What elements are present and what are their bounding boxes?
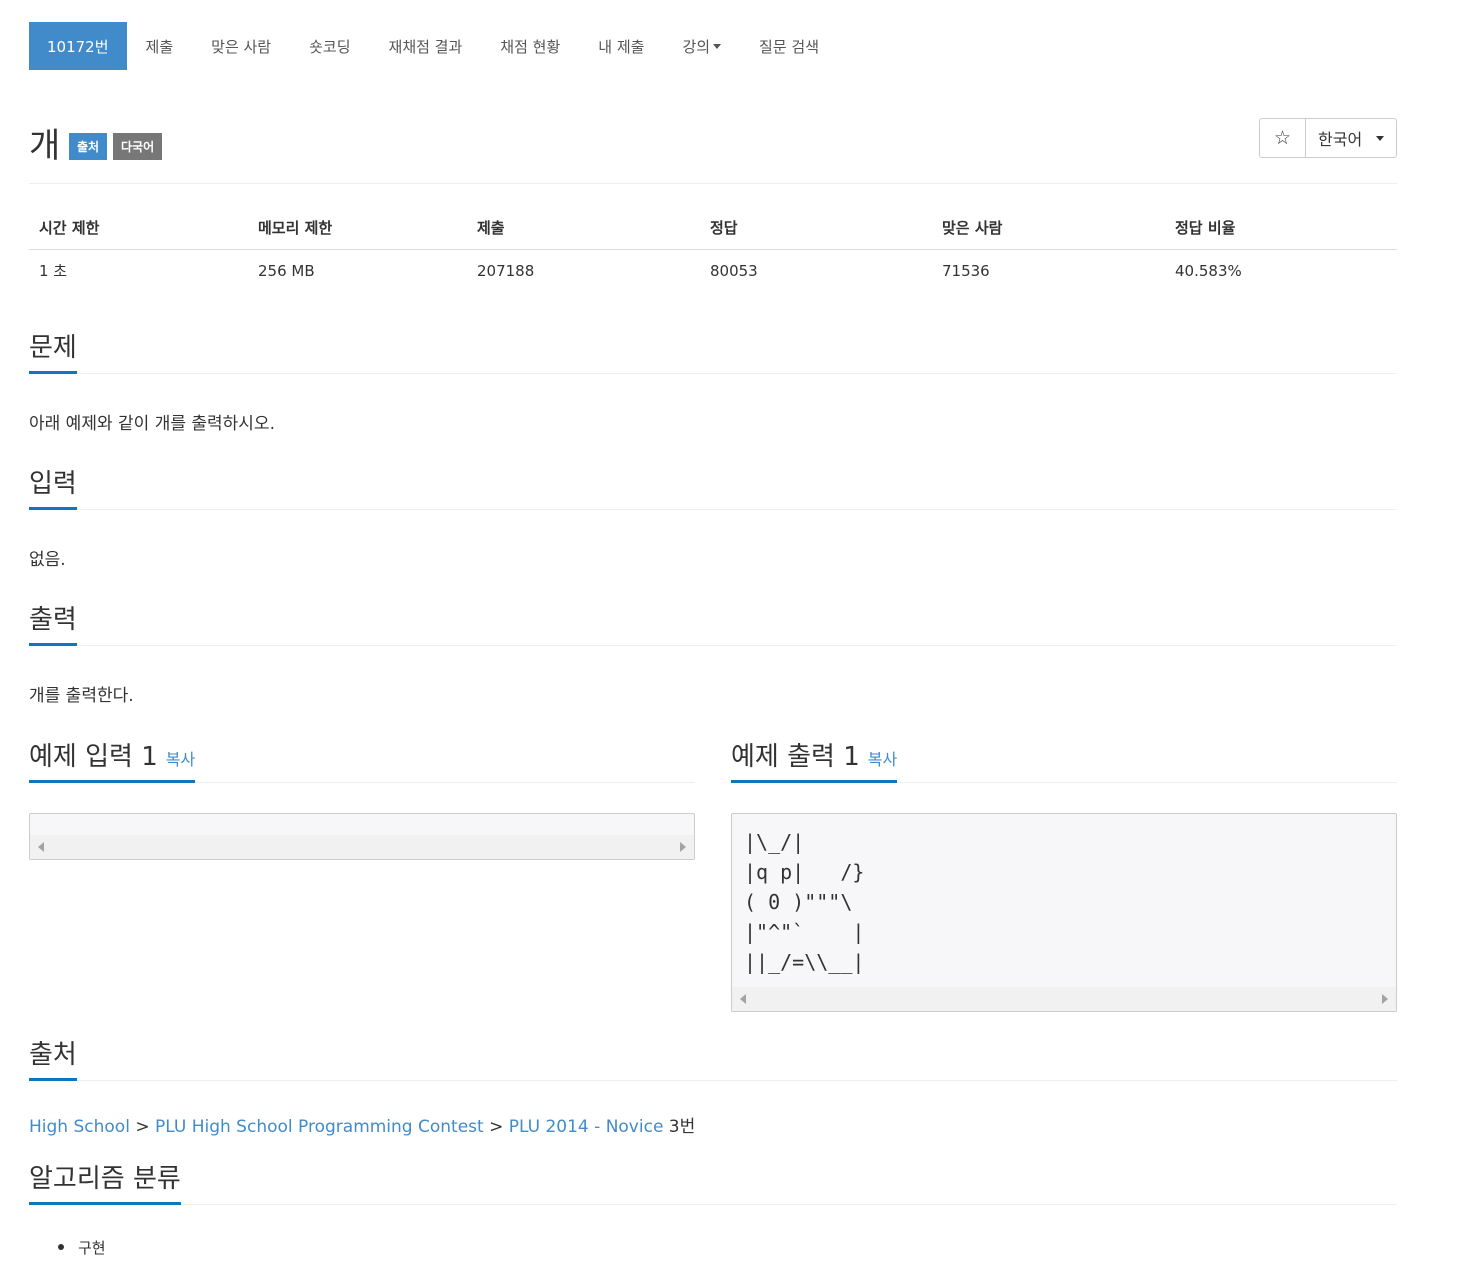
language-label: 한국어 xyxy=(1318,130,1363,149)
horizontal-scrollbar[interactable] xyxy=(30,835,694,859)
sample-input-content xyxy=(30,814,694,835)
memory-limit-value: 256 MB xyxy=(258,261,315,280)
scroll-right-icon[interactable] xyxy=(680,842,686,852)
submissions-value: 207188 xyxy=(477,261,535,280)
problem-actions: ☆ 한국어 xyxy=(1259,118,1397,158)
problem-menu: 10172번 제출 맞은 사람 숏코딩 재채점 결과 채점 현황 내 제출 강의… xyxy=(29,22,838,70)
problem-section-title: 문제 xyxy=(29,327,77,374)
scroll-right-icon[interactable] xyxy=(1382,994,1388,1004)
sample-input-title: 예제 입력 1 복사 xyxy=(29,736,196,783)
accepted-value: 80053 xyxy=(710,261,758,280)
header-memory-limit: 메모리 제한 xyxy=(248,206,467,250)
breadcrumb-separator: > xyxy=(129,1117,155,1137)
nav-submit[interactable]: 제출 xyxy=(127,22,193,70)
input-section-title: 입력 xyxy=(29,463,77,510)
nav-judge-status[interactable]: 채점 현황 xyxy=(481,22,579,70)
caret-down-icon xyxy=(713,43,722,49)
source-breadcrumb: High School > PLU High School Programmin… xyxy=(29,1112,695,1137)
nav-short-coding[interactable]: 숏코딩 xyxy=(290,22,369,70)
sample-input-headline: 예제 입력 1 복사 xyxy=(29,733,695,783)
list-item[interactable]: 구현 xyxy=(58,1237,106,1258)
source-link-year[interactable]: PLU 2014 - Novice xyxy=(509,1117,664,1137)
source-link-contest[interactable]: PLU High School Programming Contest xyxy=(155,1117,484,1137)
star-icon: ☆ xyxy=(1273,127,1292,149)
table-row: 1 초 256 MB 207188 80053 71536 40.583% xyxy=(29,249,1397,292)
header-time-limit: 시간 제한 xyxy=(29,206,248,250)
copy-sample-output-button[interactable]: 복사 xyxy=(868,750,897,769)
breadcrumb-separator: > xyxy=(483,1117,509,1137)
horizontal-scrollbar[interactable] xyxy=(732,987,1396,1011)
header-accepted: 정답 xyxy=(700,206,932,250)
accuracy-value: 40.583% xyxy=(1175,261,1242,280)
sample-output-title: 예제 출력 1 복사 xyxy=(731,736,898,783)
caret-down-icon xyxy=(1376,135,1385,141)
problem-index: 3번 xyxy=(663,1117,696,1137)
input-description: 없음. xyxy=(29,550,66,570)
algorithm-tag-list: 구현 xyxy=(58,1237,106,1258)
problem-description: 아래 예제와 같이 개를 출력하시오. xyxy=(29,414,275,434)
problem-info-table: 시간 제한 메모리 제한 제출 정답 맞은 사람 정답 비율 1 초 256 M… xyxy=(29,206,1397,292)
header-solved-users: 맞은 사람 xyxy=(932,206,1165,250)
copy-sample-input-button[interactable]: 복사 xyxy=(166,750,195,769)
scroll-left-icon[interactable] xyxy=(740,994,746,1004)
nav-problem-number[interactable]: 10172번 xyxy=(29,22,127,70)
problem-header: 개 출처 다국어 ☆ 한국어 xyxy=(29,112,1397,184)
sample-input-box xyxy=(29,813,695,860)
language-dropdown[interactable]: 한국어 xyxy=(1306,119,1396,157)
time-limit-value: 1 초 xyxy=(39,262,68,281)
sample-output-content: |\_/| |q p| /} ( 0 )"""\ |"^"` | ||_/=\\… xyxy=(744,830,865,974)
source-section-title: 출처 xyxy=(29,1034,77,1081)
sample-output-headline: 예제 출력 1 복사 xyxy=(731,733,1397,783)
solved-users-value: 71536 xyxy=(942,261,990,280)
header-accuracy: 정답 비율 xyxy=(1165,206,1397,250)
nav-question-search[interactable]: 질문 검색 xyxy=(740,22,838,70)
nav-solved-users[interactable]: 맞은 사람 xyxy=(192,22,290,70)
sample-output-box: |\_/| |q p| /} ( 0 )"""\ |"^"` | ||_/=\\… xyxy=(731,813,1397,1012)
output-section-title: 출력 xyxy=(29,599,77,646)
problem-section-headline: 문제 xyxy=(29,324,1397,374)
source-link-high-school[interactable]: High School xyxy=(29,1117,130,1137)
table-header-row: 시간 제한 메모리 제한 제출 정답 맞은 사람 정답 비율 xyxy=(29,206,1397,250)
header-submissions: 제출 xyxy=(467,206,700,250)
nav-lectures-dropdown[interactable]: 강의 xyxy=(663,22,740,70)
tags-section-title: 알고리즘 분류 xyxy=(29,1158,181,1205)
output-description: 개를 출력한다. xyxy=(29,686,134,706)
source-badge[interactable]: 출처 xyxy=(69,133,108,160)
input-section-headline: 입력 xyxy=(29,460,1397,510)
multilang-badge[interactable]: 다국어 xyxy=(113,133,163,160)
page-title: 개 xyxy=(29,126,61,166)
source-section-headline: 출처 xyxy=(29,1031,1397,1081)
scroll-left-icon[interactable] xyxy=(38,842,44,852)
tags-section-headline: 알고리즘 분류 xyxy=(29,1155,1397,1205)
favorite-star-button[interactable]: ☆ xyxy=(1260,119,1306,157)
nav-rejudge-results[interactable]: 재채점 결과 xyxy=(370,22,482,70)
output-section-headline: 출력 xyxy=(29,596,1397,646)
nav-my-submissions[interactable]: 내 제출 xyxy=(579,22,663,70)
